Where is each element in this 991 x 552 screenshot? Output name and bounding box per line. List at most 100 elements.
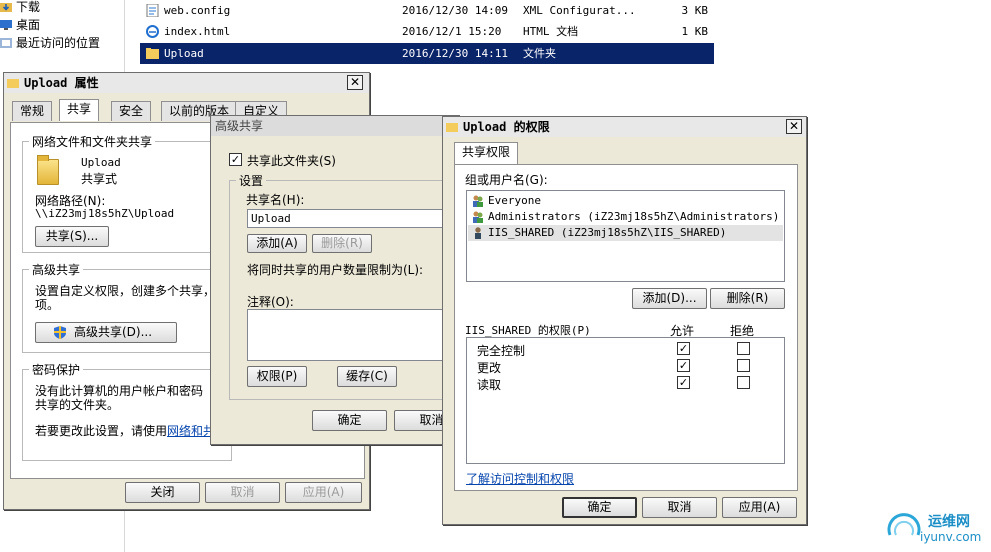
advanced-sharing-label: 高级共享(D)... <box>73 325 153 339</box>
tab-security[interactable]: 安全 <box>111 101 152 121</box>
file-row-selected[interactable]: Upload 2016/12/30 14:11 文件夹 <box>140 43 714 64</box>
file-name: web.config <box>164 4 231 17</box>
permission-name: 完全控制 <box>477 344 526 358</box>
apply-button[interactable]: 应用(A) <box>722 497 797 518</box>
user-list[interactable]: Everyone Administrators (iZ23mj18s5hZ\Ad… <box>466 190 785 282</box>
ok-button[interactable]: 确定 <box>312 410 387 431</box>
list-item-selected[interactable]: IIS_SHARED (iZ23mj18s5hZ\IIS_SHARED) <box>468 225 783 241</box>
shield-icon <box>54 326 66 339</box>
permissions-dialog: Upload 的权限 ✕ 共享权限 组或用户名(G): Everyone Adm… <box>442 116 807 525</box>
nav-item-label: 下载 <box>16 0 41 14</box>
watermark-domain: iyunv.com <box>920 530 982 544</box>
cloud-logo-icon <box>887 513 921 536</box>
group-user-label: 组或用户名(G): <box>465 173 548 187</box>
html-file-icon <box>146 25 159 38</box>
advanced-desc: 设置自定义权限，创建多个共享， <box>35 284 216 298</box>
file-row[interactable]: index.html 2016/12/1 15:20 HTML 文档 1 KB <box>140 21 714 42</box>
group-label: 网络文件和文件夹共享 <box>29 133 156 150</box>
file-row[interactable]: web.config 2016/12/30 14:09 XML Configur… <box>140 0 714 21</box>
file-name: index.html <box>164 25 231 38</box>
file-type: HTML 文档 <box>523 25 579 38</box>
deny-checkbox[interactable] <box>737 376 750 389</box>
advanced-sharing-group: 高级共享 设置自定义权限，创建多个共享， 项。 高级共享(D)... <box>22 261 232 353</box>
share-name-input[interactable]: Upload <box>247 209 462 228</box>
folder-name: Upload <box>81 156 121 169</box>
password-protection-group: 密码保护 没有此计算机的用户帐户和密码 共享的文件夹。 若要更改此设置，请使用网… <box>22 361 232 461</box>
add-user-button[interactable]: 添加(D)... <box>632 288 707 309</box>
properties-titlebar: Upload 属性 <box>4 73 369 93</box>
nav-item-desktop[interactable]: 桌面 <box>0 16 40 34</box>
deny-checkbox[interactable] <box>737 342 750 355</box>
nav-item-label: 桌面 <box>16 18 41 32</box>
advanced-titlebar: 高级共享 <box>211 116 459 136</box>
tab-strip: 共享权限 <box>454 142 524 166</box>
deny-checkbox[interactable] <box>737 359 750 372</box>
window-title: Upload 属性 <box>24 76 99 90</box>
network-center-link[interactable]: 网络和共 <box>167 424 215 438</box>
user-limit-label: 将同时共享的用户数量限制为(L): <box>247 263 424 277</box>
close-icon[interactable]: ✕ <box>347 75 363 90</box>
user-group-icon <box>473 211 483 223</box>
tab-general[interactable]: 常规 <box>12 101 53 121</box>
advanced-sharing-dialog: 高级共享 ✓ 共享此文件夹(S) 设置 共享名(H): Upload 添加(A)… <box>210 115 469 445</box>
watermark-brand: 运维网 <box>928 514 970 530</box>
window-title: Upload 的权限 <box>463 120 550 134</box>
share-folder-checkbox[interactable]: ✓ <box>229 153 242 166</box>
nav-item-downloads[interactable]: 下载 <box>0 0 40 16</box>
settings-group: 设置 共享名(H): Upload 添加(A) 删除(R) 将同时共享的用户数量… <box>229 172 469 400</box>
close-button[interactable]: 关闭 <box>125 482 200 503</box>
file-date: 2016/12/30 14:09 <box>402 4 508 17</box>
recent-places-icon <box>0 38 12 48</box>
advanced-sharing-button[interactable]: 高级共享(D)... <box>35 322 177 343</box>
permissions-button[interactable]: 权限(P) <box>247 366 307 387</box>
folder-icon <box>146 48 159 59</box>
list-item[interactable]: Everyone <box>468 193 783 209</box>
change-prefix: 若要更改此设置，请使用 <box>35 424 168 438</box>
folder-icon <box>7 79 19 88</box>
nav-item-recent-places[interactable]: 最近访问的位置 <box>0 34 100 52</box>
group-label: 密码保护 <box>29 361 84 378</box>
network-sharing-group: 网络文件和文件夹共享 Upload 共享式 网络路径(N): \\iZ23mj1… <box>22 133 232 253</box>
network-path: \\iZ23mj18s5hZ\Upload <box>35 207 175 220</box>
nav-item-label: 最近访问的位置 <box>16 36 101 50</box>
cache-button[interactable]: 缓存(C) <box>337 366 397 387</box>
tab-sharing[interactable]: 共享 <box>59 99 100 121</box>
learn-access-control-link[interactable]: 了解访问控制和权限 <box>466 470 574 487</box>
allow-checkbox[interactable]: ✓ <box>677 342 690 355</box>
user-name: Administrators (iZ23mj18s5hZ\Administrat… <box>488 210 780 223</box>
close-icon[interactable]: ✕ <box>786 119 802 134</box>
permissions-for-label: IIS_SHARED 的权限(P) <box>465 324 591 337</box>
cancel-button[interactable]: 取消 <box>642 497 717 518</box>
allow-checkbox[interactable]: ✓ <box>677 376 690 389</box>
remove-user-button[interactable]: 删除(R) <box>710 288 785 309</box>
apply-button[interactable]: 应用(A) <box>285 482 362 503</box>
user-icon <box>475 227 481 239</box>
comment-input[interactable] <box>247 309 462 361</box>
advanced-desc-cont: 项。 <box>35 298 60 312</box>
file-size: 3 KB <box>681 4 709 17</box>
share-button[interactable]: 共享(S)... <box>35 226 109 247</box>
ok-button[interactable]: 确定 <box>562 497 637 518</box>
user-name: IIS_SHARED (iZ23mj18s5hZ\IIS_SHARED) <box>488 226 727 239</box>
file-size: 1 KB <box>681 25 709 38</box>
user-name: Everyone <box>488 194 541 207</box>
change-setting-text: 若要更改此设置，请使用网络和共 <box>35 422 215 439</box>
permission-name: 读取 <box>477 378 502 392</box>
folder-icon <box>446 123 458 132</box>
window-title: 高级共享 <box>215 119 264 133</box>
file-type: XML Configurat... <box>523 4 636 17</box>
share-name-label: 共享名(H): <box>246 193 305 207</box>
tab-panel: 组或用户名(G): Everyone Administrators (iZ23m… <box>454 164 798 491</box>
download-folder-icon <box>0 3 12 12</box>
file-type: 文件夹 <box>523 47 556 60</box>
tab-share-permissions[interactable]: 共享权限 <box>454 142 519 164</box>
cancel-button[interactable]: 取消 <box>205 482 280 503</box>
folder-icon <box>37 155 59 185</box>
add-share-button[interactable]: 添加(A) <box>247 234 307 253</box>
allow-checkbox[interactable]: ✓ <box>677 359 690 372</box>
file-date: 2016/12/30 14:11 <box>402 47 508 60</box>
group-label: 高级共享 <box>29 261 84 278</box>
remove-share-button[interactable]: 删除(R) <box>312 234 372 253</box>
list-item[interactable]: Administrators (iZ23mj18s5hZ\Administrat… <box>468 209 783 225</box>
permissions-table: 完全控制 ✓ 更改 ✓ 读取 ✓ <box>466 337 785 464</box>
